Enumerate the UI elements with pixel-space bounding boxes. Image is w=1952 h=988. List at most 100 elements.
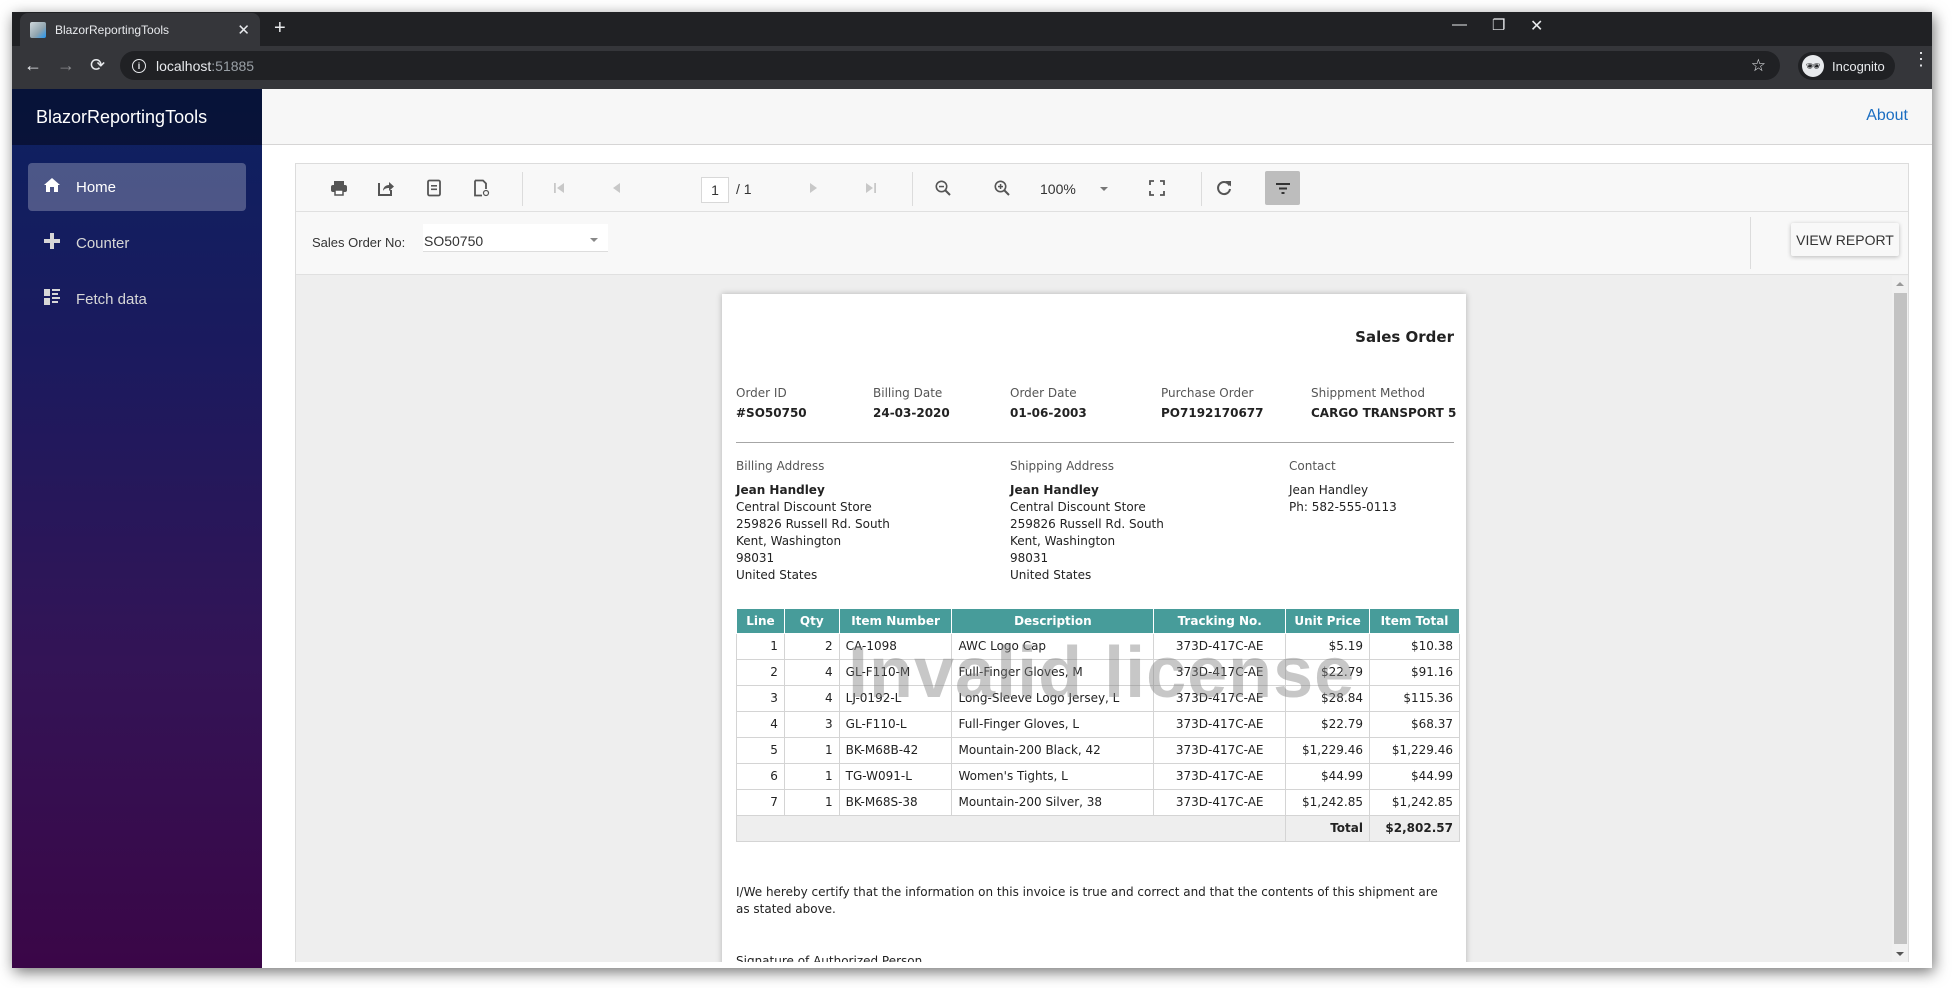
- zoom-in-icon: [993, 179, 1011, 197]
- table-cell: 4: [784, 685, 839, 711]
- url-input[interactable]: i localhost:51885 ☆: [120, 51, 1780, 80]
- incognito-icon: 🕶: [1802, 55, 1824, 77]
- report-title: Sales Order: [1355, 328, 1454, 346]
- sidebar-item-label: Home: [76, 179, 116, 196]
- meta-label: Purchase Order: [1161, 386, 1264, 400]
- scroll-up-arrow-icon[interactable]: [1896, 282, 1904, 286]
- app-brand[interactable]: BlazorReportingTools: [12, 89, 262, 145]
- table-cell: GL-F110-M: [839, 659, 952, 685]
- table-cell: Mountain-200 Black, 42: [952, 737, 1154, 763]
- restore-button[interactable]: ❐: [1492, 16, 1505, 34]
- column-header: Item Total: [1370, 609, 1460, 633]
- table-row: 12CA-1098AWC Logo Cap373D-417C-AE$5.19$1…: [737, 633, 1460, 659]
- address-line: 98031: [736, 550, 890, 567]
- table-cell: Full-Finger Gloves, L: [952, 711, 1154, 737]
- table-cell: LJ-0192-L: [839, 685, 952, 711]
- total-spacer: [737, 815, 1286, 841]
- parameters-separator: [1750, 217, 1751, 269]
- page-favicon-icon: [30, 22, 46, 38]
- table-cell: 4: [784, 659, 839, 685]
- certification-text: I/We hereby certify that the information…: [736, 884, 1442, 918]
- table-cell: TG-W091-L: [839, 763, 952, 789]
- table-cell: $1,229.46: [1370, 737, 1460, 763]
- column-header: Item Number: [839, 609, 952, 633]
- table-cell: BK-M68S-38: [839, 789, 952, 815]
- scrollbar-thumb[interactable]: [1894, 293, 1907, 944]
- about-link[interactable]: About: [1866, 107, 1908, 125]
- incognito-indicator[interactable]: 🕶 Incognito: [1798, 52, 1895, 80]
- last-page-button[interactable]: [854, 173, 888, 203]
- first-page-button[interactable]: [542, 173, 576, 203]
- billing-name: Jean Handley: [736, 482, 890, 499]
- new-tab-button[interactable]: +: [274, 17, 286, 40]
- scroll-down-arrow-icon[interactable]: [1896, 952, 1904, 956]
- fit-page-button[interactable]: [1140, 173, 1174, 203]
- zoom-level-dropdown[interactable]: 100%: [1040, 181, 1110, 197]
- meta-order-date: Order Date 01-06-2003: [1010, 386, 1087, 420]
- table-cell: Full-Finger Gloves, M: [952, 659, 1154, 685]
- next-page-button[interactable]: [796, 173, 830, 203]
- refresh-button[interactable]: [1207, 173, 1241, 203]
- sidebar-item-fetch-data[interactable]: Fetch data: [28, 275, 246, 323]
- current-page-input[interactable]: 1: [701, 177, 729, 203]
- close-window-button[interactable]: ✕: [1530, 16, 1543, 36]
- table-cell: $1,242.85: [1370, 789, 1460, 815]
- parameters-toggle-button[interactable]: [1265, 171, 1300, 205]
- address-line: Kent, Washington: [736, 533, 890, 550]
- export-icon: [377, 179, 395, 197]
- table-cell: Women's Tights, L: [952, 763, 1154, 789]
- address-toolbar: ← → ⟳ i localhost:51885 ☆ 🕶 Incognito ⋮: [12, 46, 1932, 89]
- site-info-icon[interactable]: i: [132, 59, 146, 73]
- reload-button[interactable]: ⟳: [90, 55, 105, 76]
- meta-label: Shippment Method: [1311, 386, 1456, 400]
- browser-tab[interactable]: BlazorReportingTools ✕: [20, 13, 260, 46]
- page-setup-button[interactable]: [417, 173, 451, 203]
- address-line: Kent, Washington: [1010, 533, 1164, 550]
- table-cell: $10.38: [1370, 633, 1460, 659]
- minimize-button[interactable]: —: [1452, 16, 1467, 33]
- meta-order-id: Order ID #SO50750: [736, 386, 807, 420]
- table-cell: 1: [784, 789, 839, 815]
- first-page-icon: [550, 179, 568, 197]
- table-cell: $5.19: [1286, 633, 1370, 659]
- url-host: localhost: [156, 58, 211, 74]
- back-button[interactable]: ←: [24, 55, 42, 76]
- table-cell: $115.36: [1370, 685, 1460, 711]
- tab-title: BlazorReportingTools: [55, 23, 237, 37]
- report-canvas: Sales Order Order ID #SO50750 Billing Da…: [296, 276, 1908, 962]
- sidebar-item-counter[interactable]: Counter: [28, 219, 246, 267]
- view-report-button[interactable]: VIEW REPORT: [1791, 223, 1899, 256]
- table-cell: $68.37: [1370, 711, 1460, 737]
- forward-button[interactable]: →: [57, 55, 75, 76]
- sidebar-item-home[interactable]: Home: [28, 163, 246, 211]
- refresh-icon: [1215, 179, 1233, 197]
- close-tab-icon[interactable]: ✕: [237, 21, 250, 39]
- vertical-scrollbar[interactable]: [1892, 276, 1908, 962]
- print-layout-button[interactable]: [464, 173, 498, 203]
- last-page-icon: [862, 179, 880, 197]
- zoom-out-button[interactable]: [926, 173, 960, 203]
- bookmark-star-icon[interactable]: ☆: [1751, 56, 1766, 76]
- previous-page-button[interactable]: [600, 173, 634, 203]
- address-line: Central Discount Store: [736, 499, 890, 516]
- sales-order-dropdown[interactable]: SO50750: [423, 224, 608, 252]
- plus-icon: [42, 232, 62, 255]
- table-cell: 373D-417C-AE: [1154, 685, 1286, 711]
- column-header: Qty: [784, 609, 839, 633]
- sales-order-label: Sales Order No:: [312, 235, 405, 250]
- table-cell: BK-M68B-42: [839, 737, 952, 763]
- home-icon: [42, 176, 62, 199]
- address-line: 259826 Russell Rd. South: [736, 516, 890, 533]
- table-row: 61TG-W091-LWomen's Tights, L373D-417C-AE…: [737, 763, 1460, 789]
- print-button[interactable]: [322, 173, 356, 203]
- browser-menu-icon[interactable]: ⋮: [1912, 55, 1930, 63]
- report-viewer: 1 / 1 100%: [295, 163, 1909, 962]
- zoom-in-button[interactable]: [985, 173, 1019, 203]
- meta-value: PO7192170677: [1161, 406, 1264, 420]
- billing-address: Billing Address Jean Handley Central Dis…: [736, 458, 890, 584]
- browser-window: BlazorReportingTools ✕ + — ❐ ✕ ← → ⟳ i l…: [12, 12, 1932, 968]
- export-button[interactable]: [369, 173, 403, 203]
- address-line: Central Discount Store: [1010, 499, 1164, 516]
- table-row: 24GL-F110-MFull-Finger Gloves, M373D-417…: [737, 659, 1460, 685]
- table-cell: 5: [737, 737, 785, 763]
